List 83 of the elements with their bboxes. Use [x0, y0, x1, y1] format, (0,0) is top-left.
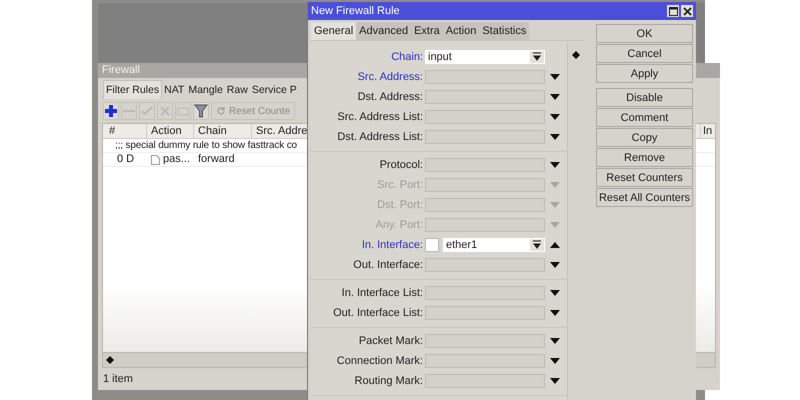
status-text: 1 item: [103, 373, 133, 385]
document-icon: [151, 154, 160, 164]
field-label: Protocol:: [378, 159, 424, 171]
dropdown-field[interactable]: [425, 306, 545, 320]
column-header[interactable]: Action: [147, 124, 194, 138]
table-cell-text: forward: [197, 153, 236, 166]
field-label: Src. Address:: [356, 71, 424, 83]
dialog-button[interactable]: Comment: [596, 108, 693, 127]
dropdown-field[interactable]: [425, 286, 545, 300]
dropdown-field[interactable]: [425, 374, 545, 388]
add-icon[interactable]: [103, 102, 119, 120]
dropdown-field[interactable]: [425, 334, 545, 348]
field-label: Src. Port:: [376, 179, 424, 191]
dialog-button[interactable]: Apply: [596, 64, 693, 83]
scroll-arrow-icon[interactable]: [572, 51, 580, 59]
column-header[interactable]: In: [701, 124, 715, 138]
dropdown-field[interactable]: [425, 130, 545, 144]
field-label: Packet Mark:: [358, 335, 424, 347]
dialog-button[interactable]: Cancel: [596, 44, 693, 63]
expand-arrow-icon[interactable]: [550, 290, 560, 296]
table-cell: pas...: [163, 153, 190, 166]
field-label: Out. Interface:: [352, 259, 424, 271]
close-icon[interactable]: [681, 5, 693, 17]
check-icon[interactable]: [139, 102, 155, 120]
scroll-arrow-icon[interactable]: [106, 356, 114, 364]
dialog-button[interactable]: Remove: [596, 148, 693, 167]
tab[interactable]: General: [311, 22, 356, 40]
dialog-button[interactable]: Disable: [596, 88, 693, 107]
dropdown-field[interactable]: [425, 198, 545, 212]
expand-arrow-icon[interactable]: [550, 134, 560, 140]
dropdown-field[interactable]: [425, 178, 545, 192]
expand-arrow-icon[interactable]: [550, 74, 560, 80]
field-label: In. Interface:: [360, 239, 424, 251]
window-title: Firewall: [102, 64, 140, 76]
table-cell-text: 0 D: [116, 153, 136, 166]
expand-arrow-icon[interactable]: [550, 162, 560, 168]
chain-field[interactable]: input: [425, 50, 545, 64]
filter-icon[interactable]: [193, 102, 209, 120]
field-label: Dst. Address:: [356, 91, 424, 103]
field-label: Dst. Port:: [376, 199, 424, 211]
field-label: Any. Port:: [374, 219, 424, 231]
field-label: Src. Address List:: [336, 111, 424, 123]
dropdown-field[interactable]: [425, 70, 545, 84]
tab[interactable]: Statistics: [479, 22, 530, 40]
field-label: Out. Interface List:: [332, 307, 424, 319]
dropdown-field[interactable]: [425, 110, 545, 124]
cross-icon[interactable]: [157, 102, 173, 120]
dropdown-field[interactable]: [425, 354, 545, 368]
dialog-button[interactable]: OK: [596, 24, 693, 43]
tab[interactable]: Filter Rules: [103, 80, 162, 99]
expand-arrow-icon[interactable]: [550, 338, 560, 344]
column-header[interactable]: Chain: [194, 124, 252, 138]
dropdown-field[interactable]: [425, 218, 545, 232]
dialog-button[interactable]: Reset All Counters: [596, 188, 693, 207]
dropdown-field[interactable]: [425, 90, 545, 104]
field-label: Routing Mark:: [354, 375, 424, 387]
combo-dropdown-icon[interactable]: [530, 239, 544, 251]
dialog-button[interactable]: Copy: [596, 128, 693, 147]
expand-arrow-icon[interactable]: [550, 310, 560, 316]
expand-arrow-icon[interactable]: [550, 262, 560, 268]
expand-arrow-icon[interactable]: [550, 358, 560, 364]
maximize-icon[interactable]: [667, 5, 679, 17]
dialog-button[interactable]: Reset Counters: [596, 168, 693, 187]
expand-arrow-icon[interactable]: [550, 114, 560, 120]
comment-text: ;;; special dummy rule to show fasttrack co: [114, 139, 297, 152]
expand-arrow-icon[interactable]: [550, 378, 560, 384]
tab[interactable]: Advanced: [356, 22, 412, 40]
expand-arrow-icon[interactable]: [550, 94, 560, 100]
interface-field[interactable]: ether1: [443, 238, 545, 252]
window-title: New Firewall Rule: [311, 5, 400, 17]
dropdown-field[interactable]: [425, 158, 545, 172]
refresh-icon: [216, 106, 226, 116]
combo-dropdown-icon[interactable]: [530, 51, 544, 63]
tab[interactable]: Extra: [411, 22, 443, 40]
field-label: Connection Mark:: [336, 355, 424, 367]
field-label: Chain:: [390, 51, 424, 63]
field-label: Dst. Address List:: [336, 131, 424, 143]
field-label: In. Interface List:: [340, 287, 424, 299]
negate-checkbox[interactable]: [425, 238, 439, 252]
dropdown-field[interactable]: [425, 258, 545, 272]
tab[interactable]: Action: [442, 22, 480, 40]
collapse-arrow-icon[interactable]: [550, 242, 560, 248]
column-header[interactable]: #: [103, 124, 147, 138]
